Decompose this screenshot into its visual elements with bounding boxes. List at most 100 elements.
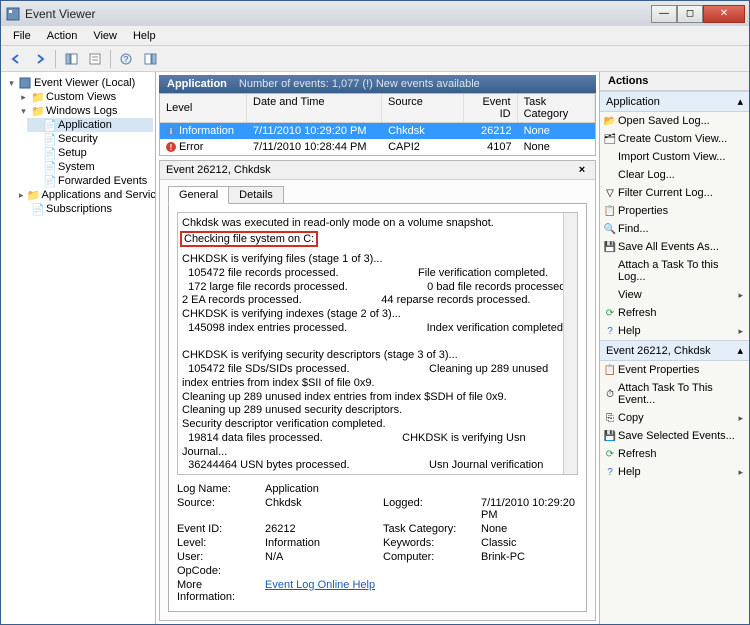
filter-new-icon: 🗂 — [603, 132, 617, 146]
view-icon — [603, 288, 617, 302]
action-save-all[interactable]: 💾Save All Events As... — [600, 238, 749, 256]
column-headers[interactable]: Level Date and Time Source Event ID Task… — [160, 94, 595, 123]
event-metadata: Log Name:Application Source:Chkdsk Logge… — [177, 483, 578, 603]
action-copy[interactable]: ⎘Copy▸ — [600, 409, 749, 427]
save-icon: 💾 — [603, 240, 617, 254]
chevron-right-icon: ▸ — [738, 467, 743, 478]
highlighted-text: Checking file system on C: — [180, 231, 318, 247]
list-header: Application Number of events: 1,077 (!) … — [159, 75, 596, 93]
detail-pane: Event 26212, Chkdsk × General Details Ch… — [159, 160, 596, 621]
properties-icon: 📋 — [603, 204, 617, 218]
menu-action[interactable]: Action — [39, 28, 86, 44]
menu-help[interactable]: Help — [125, 28, 164, 44]
event-row[interactable]: iInformation 7/11/2010 10:29:20 PM Chkds… — [160, 123, 595, 139]
actions-section-application[interactable]: Application▴ — [600, 91, 749, 112]
show-tree-button[interactable] — [60, 49, 82, 69]
find-icon: 🔍 — [603, 222, 617, 236]
task-icon — [603, 264, 617, 278]
chevron-right-icon: ▸ — [738, 290, 743, 301]
task-icon: ⏱ — [603, 387, 617, 401]
window-title: Event Viewer — [25, 7, 651, 21]
action-create-custom-view[interactable]: 🗂Create Custom View... — [600, 130, 749, 148]
back-button[interactable] — [5, 49, 27, 69]
action-properties[interactable]: 📋Properties — [600, 202, 749, 220]
actions-pane: Actions Application▴ 📂Open Saved Log... … — [599, 72, 749, 624]
save-icon: 💾 — [603, 429, 617, 443]
action-save-selected[interactable]: 💾Save Selected Events... — [600, 427, 749, 445]
detail-close-button[interactable]: × — [575, 164, 589, 176]
action-refresh[interactable]: ⟳Refresh — [600, 304, 749, 322]
scrollbar[interactable] — [563, 213, 577, 474]
actions-section-event[interactable]: Event 26212, Chkdsk▴ — [600, 340, 749, 361]
minimize-button[interactable]: — — [651, 5, 677, 23]
app-icon — [5, 6, 21, 22]
folder-open-icon: 📂 — [603, 114, 617, 128]
tree-subscriptions[interactable]: 📄Subscriptions — [15, 202, 153, 216]
col-date[interactable]: Date and Time — [247, 94, 382, 122]
event-list[interactable]: Level Date and Time Source Event ID Task… — [159, 93, 596, 156]
forward-button[interactable] — [29, 49, 51, 69]
main-panel: Application Number of events: 1,077 (!) … — [156, 72, 599, 624]
action-open-saved-log[interactable]: 📂Open Saved Log... — [600, 112, 749, 130]
tree-custom-views[interactable]: ▸📁Custom Views — [15, 90, 153, 104]
action-attach-task-log[interactable]: Attach a Task To this Log... — [600, 256, 749, 286]
menu-view[interactable]: View — [85, 28, 125, 44]
tree-apps-services[interactable]: ▸📁Applications and Services Logs — [15, 188, 153, 202]
col-taskcat[interactable]: Task Category — [518, 94, 595, 122]
menubar: File Action View Help — [1, 26, 749, 46]
titlebar: Event Viewer — ◻ ✕ — [1, 1, 749, 26]
properties-icon: 📋 — [603, 363, 617, 377]
online-help-link[interactable]: Event Log Online Help — [265, 579, 578, 603]
action-attach-task-event[interactable]: ⏱Attach Task To This Event... — [600, 379, 749, 409]
action-view[interactable]: View▸ — [600, 286, 749, 304]
action-filter-log[interactable]: ▽Filter Current Log... — [600, 184, 749, 202]
collapse-icon: ▴ — [737, 344, 743, 357]
tree-root[interactable]: ▾Event Viewer (Local) — [3, 76, 153, 90]
action-help[interactable]: ?Help▸ — [600, 322, 749, 340]
tab-general[interactable]: General — [168, 186, 229, 204]
import-icon — [603, 150, 617, 164]
refresh-icon: ⟳ — [603, 447, 617, 461]
error-icon: ! — [166, 142, 176, 152]
tree-forwarded[interactable]: 📄Forwarded Events — [27, 174, 153, 188]
col-eventid[interactable]: Event ID — [464, 94, 517, 122]
event-message[interactable]: Chkdsk was executed in read-only mode on… — [177, 212, 578, 475]
tree-application[interactable]: 📄Application — [27, 118, 153, 132]
action-clear-log[interactable]: Clear Log... — [600, 166, 749, 184]
chevron-right-icon: ▸ — [738, 326, 743, 337]
toolbar: ? — [1, 46, 749, 72]
collapse-icon: ▴ — [737, 95, 743, 108]
col-source[interactable]: Source — [382, 94, 464, 122]
detail-title: Event 26212, Chkdsk — [166, 164, 575, 176]
svg-text:?: ? — [124, 55, 129, 64]
copy-icon: ⎘ — [603, 411, 617, 425]
navigation-tree[interactable]: ▾Event Viewer (Local) ▸📁Custom Views ▾📁W… — [1, 72, 156, 624]
tree-security[interactable]: 📄Security — [27, 132, 153, 146]
detail-tabs: General Details — [160, 180, 595, 204]
action-help-event[interactable]: ?Help▸ — [600, 463, 749, 481]
action-refresh-event[interactable]: ⟳Refresh — [600, 445, 749, 463]
help-icon: ? — [603, 465, 617, 479]
information-icon: i — [166, 126, 176, 136]
event-row[interactable]: !Error 7/11/2010 10:28:44 PM CAPI2 4107 … — [160, 139, 595, 155]
action-pane-button[interactable] — [139, 49, 161, 69]
filter-icon: ▽ — [603, 186, 617, 200]
action-event-properties[interactable]: 📋Event Properties — [600, 361, 749, 379]
tree-setup[interactable]: 📄Setup — [27, 146, 153, 160]
clear-icon — [603, 168, 617, 182]
tree-system[interactable]: 📄System — [27, 160, 153, 174]
menu-file[interactable]: File — [5, 28, 39, 44]
close-button[interactable]: ✕ — [703, 5, 745, 23]
event-viewer-window: Event Viewer — ◻ ✕ File Action View Help… — [0, 0, 750, 625]
actions-header: Actions — [600, 72, 749, 91]
help-button[interactable]: ? — [115, 49, 137, 69]
tab-details[interactable]: Details — [228, 186, 284, 204]
action-import-custom-view[interactable]: Import Custom View... — [600, 148, 749, 166]
properties-button[interactable] — [84, 49, 106, 69]
refresh-icon: ⟳ — [603, 306, 617, 320]
action-find[interactable]: 🔍Find... — [600, 220, 749, 238]
help-icon: ? — [603, 324, 617, 338]
col-level[interactable]: Level — [160, 94, 247, 122]
tree-windows-logs[interactable]: ▾📁Windows Logs — [15, 104, 153, 118]
maximize-button[interactable]: ◻ — [677, 5, 703, 23]
